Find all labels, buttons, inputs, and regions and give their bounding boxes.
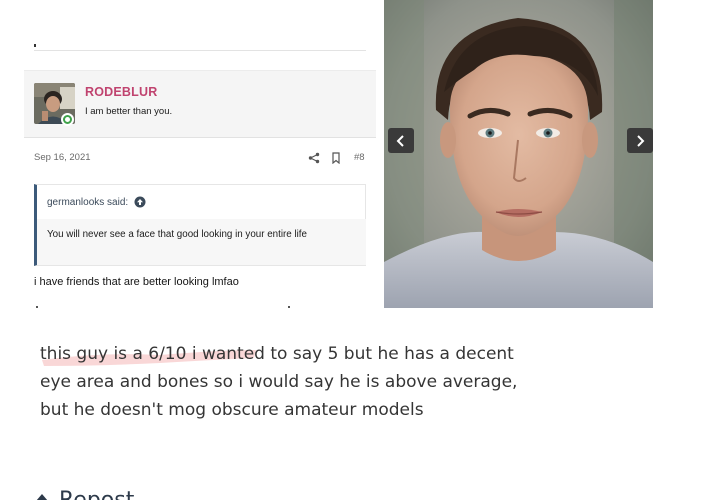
username[interactable]: RODEBLUR bbox=[85, 85, 157, 99]
repost-icon bbox=[36, 493, 48, 500]
chevron-left-icon bbox=[396, 134, 404, 147]
commentary-line: this guy is a 6/10 i wanted to say 5 but… bbox=[40, 344, 514, 364]
chevron-right-icon bbox=[637, 134, 645, 147]
divider bbox=[34, 50, 366, 51]
reply-text: i have friends that are better looking l… bbox=[34, 276, 239, 288]
cut-mark bbox=[288, 306, 290, 308]
commentary-line: eye area and bones so i would say he is … bbox=[40, 372, 518, 392]
quote-block: germanlooks said: You will never see a f… bbox=[34, 184, 366, 266]
carousel-next-button[interactable] bbox=[627, 128, 653, 153]
repost-button[interactable]: Repost bbox=[33, 488, 134, 500]
share-icon[interactable] bbox=[308, 152, 320, 164]
carousel-prev-button[interactable] bbox=[388, 128, 414, 153]
commentary-line: but he doesn't mog obscure amateur model… bbox=[40, 400, 424, 420]
quote-attribution[interactable]: germanlooks said: bbox=[47, 196, 146, 208]
commentary-text: this guy is a 6/10 i wanted to say 5 but… bbox=[40, 340, 600, 424]
circle-arrow-up-icon[interactable] bbox=[134, 196, 146, 208]
quote-text: You will never see a face that good look… bbox=[37, 219, 366, 265]
online-status-icon bbox=[61, 113, 74, 126]
post-number[interactable]: #8 bbox=[354, 152, 365, 163]
quote-author[interactable]: germanlooks said: bbox=[47, 197, 128, 208]
post-meta: Sep 16, 2021 #8 bbox=[34, 152, 366, 166]
user-title: I am better than you. bbox=[85, 106, 173, 117]
face-photo bbox=[384, 0, 653, 308]
bookmark-icon[interactable] bbox=[330, 152, 342, 164]
post-header: RODEBLUR I am better than you. bbox=[24, 70, 376, 138]
forum-post-screenshot: RODEBLUR I am better than you. Sep 16, 2… bbox=[24, 0, 376, 310]
cut-mark bbox=[36, 306, 38, 308]
post-date[interactable]: Sep 16, 2021 bbox=[34, 152, 91, 163]
repost-label: Repost bbox=[59, 488, 134, 500]
previous-post-mark bbox=[34, 44, 36, 47]
